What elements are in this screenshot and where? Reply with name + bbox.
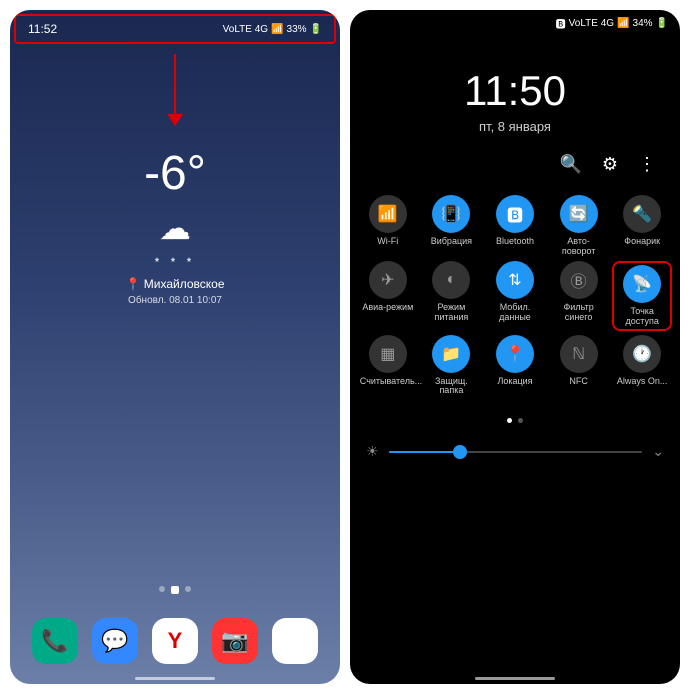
expand-brightness-icon[interactable]: ⌄ [652,443,664,460]
play-store-icon[interactable]: ▶ [272,618,318,664]
qs-label: Защищ. папка [423,377,479,397]
status-time: 11:52 [28,22,57,36]
brightness-slider[interactable] [389,451,643,453]
snow-icon: * * * [10,255,340,269]
qs-tile-wifi[interactable]: 📶 Wi-Fi [358,195,418,257]
aod-icon: 🕐 [623,335,661,373]
nfc-icon: ℕ [560,335,598,373]
qs-tile-vibrate[interactable]: 📳 Вибрация [422,195,482,257]
status-bar[interactable]: 11:52 VoLTE 4G📶33%🔋 [14,14,336,44]
status-bar: 🅱VoLTE 4G📶34%🔋 [350,10,680,37]
panel-actions: 🔍 ⚙ ⋮ [350,134,680,185]
qs-label: NFC [569,377,588,387]
folder-icon: 📁 [432,335,470,373]
qs-label: Авиа-режим [362,303,413,313]
phone-app-icon[interactable]: 📞 [32,618,78,664]
plane-icon: ✈ [369,261,407,299]
nav-handle[interactable] [135,677,215,680]
settings-icon[interactable]: ⚙ [602,154,618,175]
qs-label: Авто-поворот [551,237,607,257]
page-indicator [159,586,191,594]
status-icons: 🅱VoLTE 4G📶34%🔋 [556,16,668,31]
qs-tile-nfc[interactable]: ℕ NFC [549,335,609,397]
qr-icon: ▦ [369,335,407,373]
home-screen: 11:52 VoLTE 4G📶33%🔋 -6° ☁ * * * 📍 Михайл… [10,10,340,684]
flash-icon: 🔦 [623,195,661,233]
vibrate-icon: 📳 [432,195,470,233]
qs-label: Bluetooth [496,237,534,247]
qs-label: Считыватель... [360,377,416,387]
qs-label: Локация [497,377,532,387]
qs-tile-loc[interactable]: 📍 Локация [485,335,545,397]
status-icons: VoLTE 4G📶33%🔋 [223,24,322,35]
clock-widget: 11:50 пт, 8 января [350,67,680,134]
qs-tile-data[interactable]: ⇅ Мобил. данные [485,261,545,331]
brightness-row: ☀ ⌄ [350,423,680,480]
qs-tile-folder[interactable]: 📁 Защищ. папка [422,335,482,397]
power-icon: ◐ [432,261,470,299]
search-icon[interactable]: 🔍 [559,154,581,175]
rotate-icon: 🔄 [560,195,598,233]
wifi-icon: 📶 [369,195,407,233]
messages-app-icon[interactable]: 💬 [92,618,138,664]
more-icon[interactable]: ⋮ [638,154,656,175]
clock-date: пт, 8 января [350,119,680,134]
quick-settings-grid: 📶 Wi-Fi 📳 Вибрация 🅱 Bluetooth 🔄 Авто-поворот 🔦 Ф… [350,185,680,406]
qs-tile-power[interactable]: ◐ Режим питания [422,261,482,331]
blue-icon: Ⓑ [560,261,598,299]
nav-handle[interactable] [475,677,555,680]
qs-tile-qr[interactable]: ▦ Считыватель... [358,335,418,397]
qs-tile-bt[interactable]: 🅱 Bluetooth [485,195,545,257]
qs-label: Точка доступа [616,307,668,327]
bt-icon: 🅱 [496,195,534,233]
loc-icon: 📍 [496,335,534,373]
qs-tile-blue[interactable]: Ⓑ Фильтр синего [549,261,609,331]
temperature: -6° [10,146,340,201]
qs-label: Wi-Fi [377,237,398,247]
yandex-app-icon[interactable]: Y [152,618,198,664]
qs-label: Режим питания [423,303,479,323]
weather-widget[interactable]: -6° ☁ * * * 📍 Михайловское Обновл. 08.01… [10,146,340,306]
dock: 📞 💬 Y 📷 ▶ [10,618,340,664]
qs-label: Always On... [617,377,668,387]
brightness-icon: ☀ [366,443,379,460]
location-label: 📍 Михайловское [10,277,340,291]
qs-tile-plane[interactable]: ✈ Авиа-режим [358,261,418,331]
qs-label: Фильтр синего [551,303,607,323]
qs-label: Мобил. данные [487,303,543,323]
weather-icon: ☁ [10,209,340,247]
quick-settings-panel: 🅱VoLTE 4G📶34%🔋 11:50 пт, 8 января 🔍 ⚙ ⋮ … [350,10,680,684]
qs-tile-aod[interactable]: 🕐 Always On... [612,335,672,397]
data-icon: ⇅ [496,261,534,299]
qs-tile-flash[interactable]: 🔦 Фонарик [612,195,672,257]
swipe-down-arrow [10,54,340,126]
qs-label: Вибрация [431,237,472,247]
camera-app-icon[interactable]: 📷 [212,618,258,664]
qs-label: Фонарик [624,237,660,247]
clock-time: 11:50 [350,67,680,115]
qs-tile-hotspot[interactable]: 📡 Точка доступа [612,261,672,331]
hotspot-icon: 📡 [623,265,661,303]
qs-tile-rotate[interactable]: 🔄 Авто-поворот [549,195,609,257]
updated-label: Обновл. 08.01 10:07 [10,295,340,306]
